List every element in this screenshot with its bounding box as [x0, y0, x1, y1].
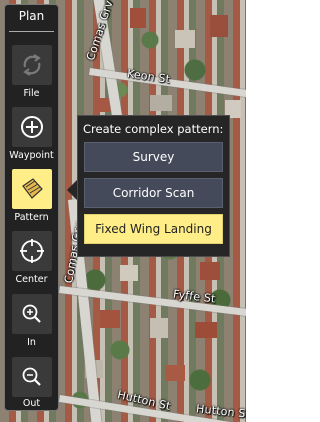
- roof: [210, 15, 228, 37]
- popup-title: Create complex pattern:: [83, 122, 224, 136]
- zoom-in-button[interactable]: [12, 294, 52, 334]
- roof: [130, 8, 146, 28]
- pattern-popup: Create complex pattern: Survey Corridor …: [77, 115, 230, 257]
- pattern-icon: [22, 178, 43, 199]
- corridor-scan-button[interactable]: Corridor Scan: [84, 178, 223, 208]
- roof: [195, 322, 217, 338]
- center-button[interactable]: [12, 231, 52, 271]
- plus-circle-icon: [21, 116, 43, 138]
- zoom-out-button[interactable]: [12, 357, 52, 397]
- file-button[interactable]: [12, 45, 52, 85]
- roof: [150, 95, 172, 111]
- zoom-out-icon: [22, 367, 41, 386]
- pattern-label: Pattern: [14, 212, 49, 223]
- zoom-in-icon: [22, 304, 41, 323]
- popup-pointer: [67, 180, 77, 200]
- roof: [100, 310, 120, 328]
- waypoint-button[interactable]: [12, 107, 52, 147]
- file-label: File: [23, 88, 40, 99]
- waypoint-label: Waypoint: [9, 150, 54, 161]
- roof: [165, 365, 185, 381]
- roof: [150, 318, 168, 338]
- fixed-wing-landing-button[interactable]: Fixed Wing Landing: [84, 214, 223, 244]
- center-label: Center: [15, 274, 48, 285]
- sync-icon: [23, 54, 41, 76]
- plan-toolbar: Plan File Waypoint Pattern Center In Out: [4, 4, 59, 411]
- zoom-out-label: Out: [22, 398, 41, 409]
- toolbar-divider: [9, 31, 54, 32]
- roof: [175, 30, 195, 48]
- survey-button[interactable]: Survey: [84, 142, 223, 172]
- street-label: Keon St: [126, 67, 172, 86]
- toolbar-title: Plan: [18, 9, 45, 23]
- zoom-in-label: In: [27, 337, 36, 348]
- crosshair-icon: [20, 239, 44, 263]
- roof: [200, 262, 220, 280]
- pattern-button[interactable]: [12, 169, 52, 209]
- roof: [120, 265, 138, 281]
